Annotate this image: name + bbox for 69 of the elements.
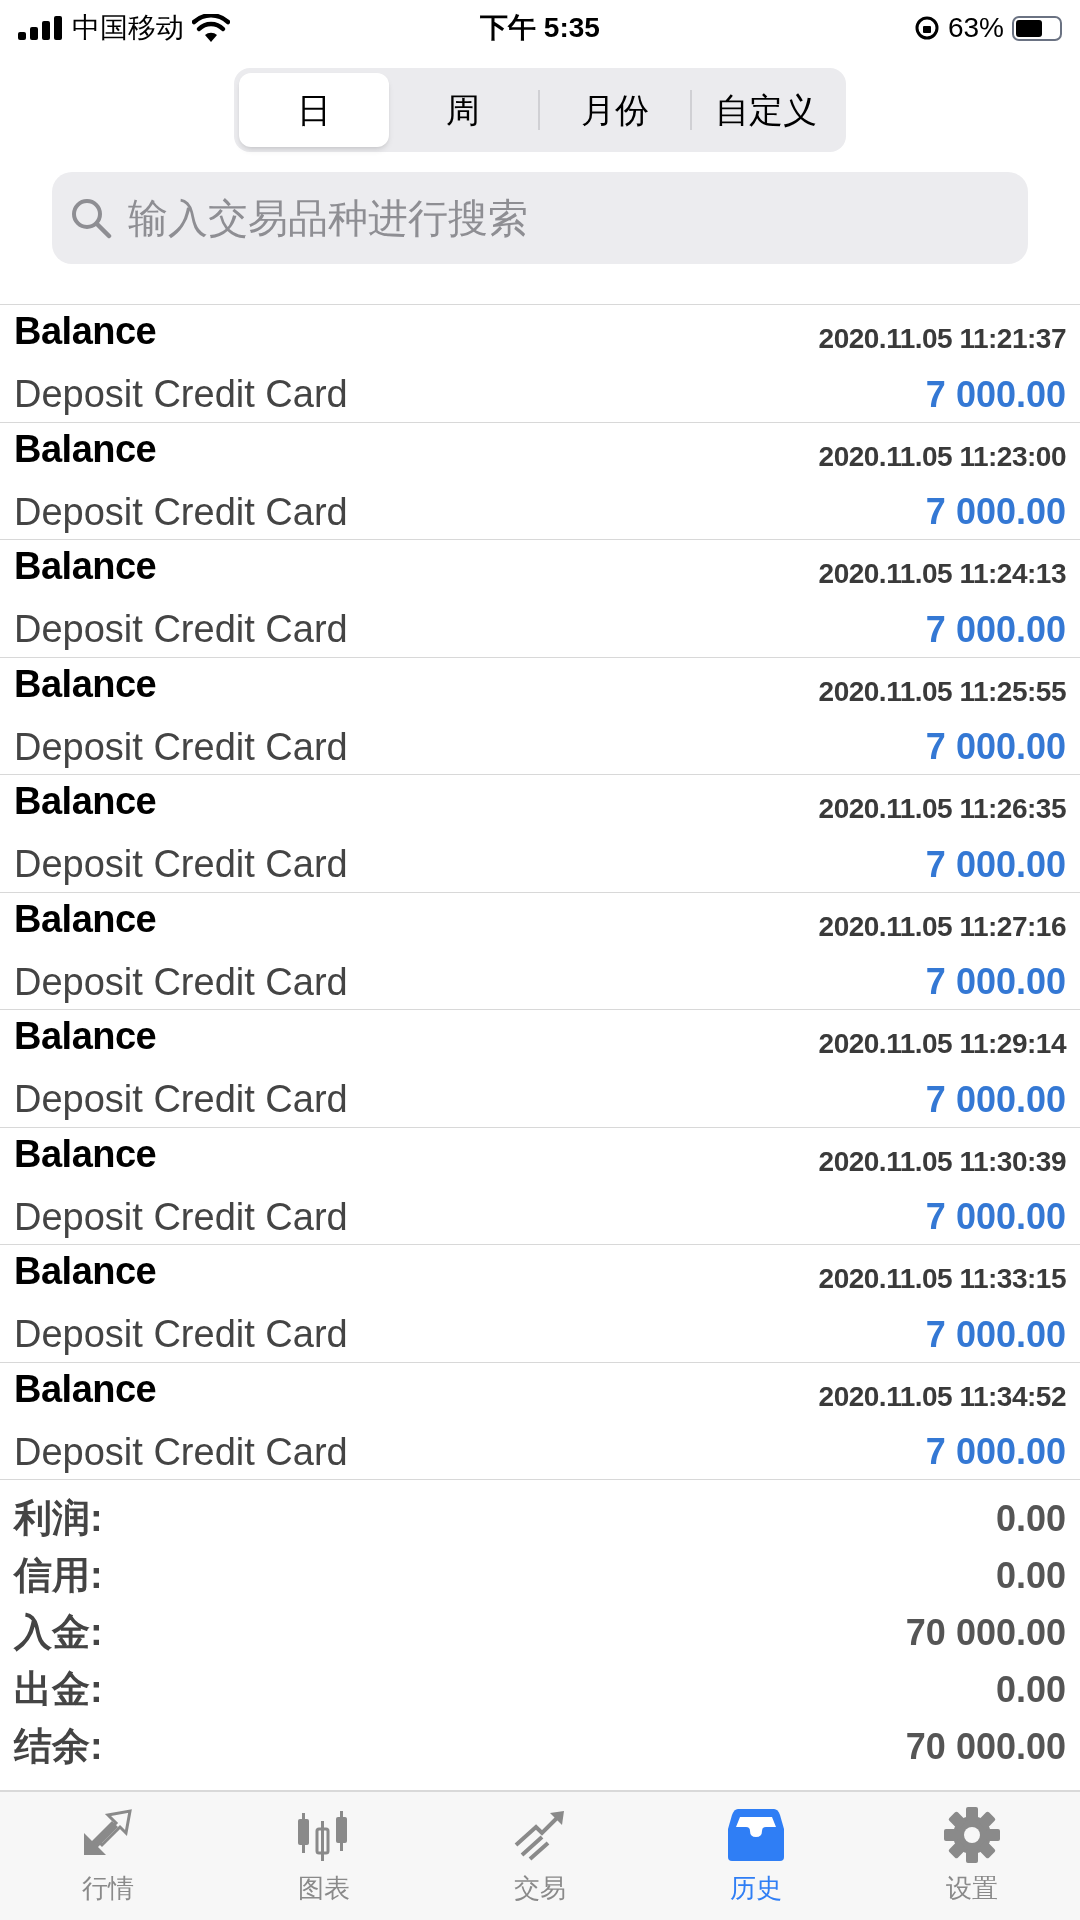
summary-value: 70 000.00 [905, 1724, 1066, 1769]
segment-tab[interactable]: 日 [239, 73, 389, 147]
deal-amount: 7 000.00 [925, 607, 1066, 652]
deal-type: Balance [14, 309, 157, 355]
summary-label: 入金: [14, 1610, 103, 1655]
deal-comment: Deposit Credit Card [14, 842, 348, 888]
deal-amount: 7 000.00 [925, 1077, 1066, 1122]
deal-type: Balance [14, 544, 157, 590]
deal-amount: 7 000.00 [925, 725, 1066, 770]
deal-type: Balance [14, 426, 157, 472]
summary-label: 信用: [14, 1553, 103, 1598]
deal-comment: Deposit Credit Card [14, 1194, 348, 1240]
tab-bar-item[interactable]: 行情 [0, 1792, 216, 1920]
deal-amount: 7 000.00 [925, 1195, 1066, 1240]
deal-time: 2020.11.05 11:25:55 [818, 674, 1066, 709]
deal-amount: 7 000.00 [925, 490, 1066, 535]
clock-time: 下午 5:35 [480, 11, 600, 45]
deal-comment: Deposit Credit Card [14, 1429, 348, 1475]
deal-comment: Deposit Credit Card [14, 489, 348, 535]
search-icon [70, 197, 112, 239]
segment-tab[interactable]: 月份 [540, 73, 690, 147]
tab-bar-item[interactable]: 设置 [864, 1792, 1080, 1920]
battery-percent: 63% [947, 11, 1004, 45]
tab-bar-item[interactable]: 交易 [432, 1792, 648, 1920]
deal-amount: 7 000.00 [925, 1430, 1066, 1475]
tab-bar-item[interactable]: 历史 [648, 1792, 864, 1920]
deal-type: Balance [14, 1249, 157, 1295]
deal-type: Balance [14, 1366, 157, 1412]
deal-amount: 7 000.00 [925, 1312, 1066, 1357]
wifi-icon [192, 14, 230, 42]
deal-time: 2020.11.05 11:29:14 [818, 1027, 1066, 1062]
deal-comment: Deposit Credit Card [14, 959, 348, 1005]
deal-amount: 7 000.00 [925, 842, 1066, 887]
tab-bar-item[interactable]: 图表 [216, 1792, 432, 1920]
deal-type: Balance [14, 1131, 157, 1177]
summary-label: 利润: [14, 1496, 103, 1541]
summary-value: 0.00 [995, 1553, 1066, 1598]
summary-value: 0.00 [995, 1496, 1066, 1541]
deal-amount: 7 000.00 [925, 960, 1066, 1005]
deal-type: Balance [14, 661, 157, 707]
settings-icon [942, 1804, 1002, 1865]
deal-comment: Deposit Credit Card [14, 607, 348, 653]
deal-time: 2020.11.05 11:27:16 [818, 909, 1066, 944]
deal-comment: Deposit Credit Card [14, 724, 348, 770]
deal-comment: Deposit Credit Card [14, 372, 348, 418]
signal-icon [18, 16, 64, 40]
deal-time: 2020.11.05 11:21:37 [818, 322, 1066, 357]
summary-label: 结余: [14, 1724, 103, 1769]
deal-type: Balance [14, 779, 157, 825]
search-field[interactable]: 输入交易品种进行搜索 [52, 172, 1028, 264]
segment-tab[interactable]: 周 [388, 73, 538, 147]
battery-icon [1012, 15, 1062, 41]
deal-time: 2020.11.05 11:33:15 [818, 1262, 1066, 1297]
deal-comment: Deposit Credit Card [14, 1077, 348, 1123]
deal-amount: 7 000.00 [925, 372, 1066, 417]
rotation-lock-icon [913, 15, 940, 41]
deal-time: 2020.11.05 11:23:00 [818, 439, 1066, 474]
deal-time: 2020.11.05 11:34:52 [818, 1379, 1066, 1414]
deal-time: 2020.11.05 11:26:35 [818, 792, 1066, 827]
summary-value: 70 000.00 [905, 1610, 1066, 1655]
deal-type: Balance [14, 896, 157, 942]
segment-tab[interactable]: 自定义 [691, 73, 841, 147]
deal-time: 2020.11.05 11:30:39 [818, 1144, 1066, 1179]
deal-comment: Deposit Credit Card [14, 1312, 348, 1358]
deal-type: Balance [14, 1014, 157, 1060]
deal-time: 2020.11.05 11:24:13 [818, 557, 1066, 592]
summary-value: 0.00 [995, 1667, 1066, 1712]
summary-label: 出金: [14, 1667, 103, 1712]
carrier-name: 中国移动 [72, 11, 184, 45]
